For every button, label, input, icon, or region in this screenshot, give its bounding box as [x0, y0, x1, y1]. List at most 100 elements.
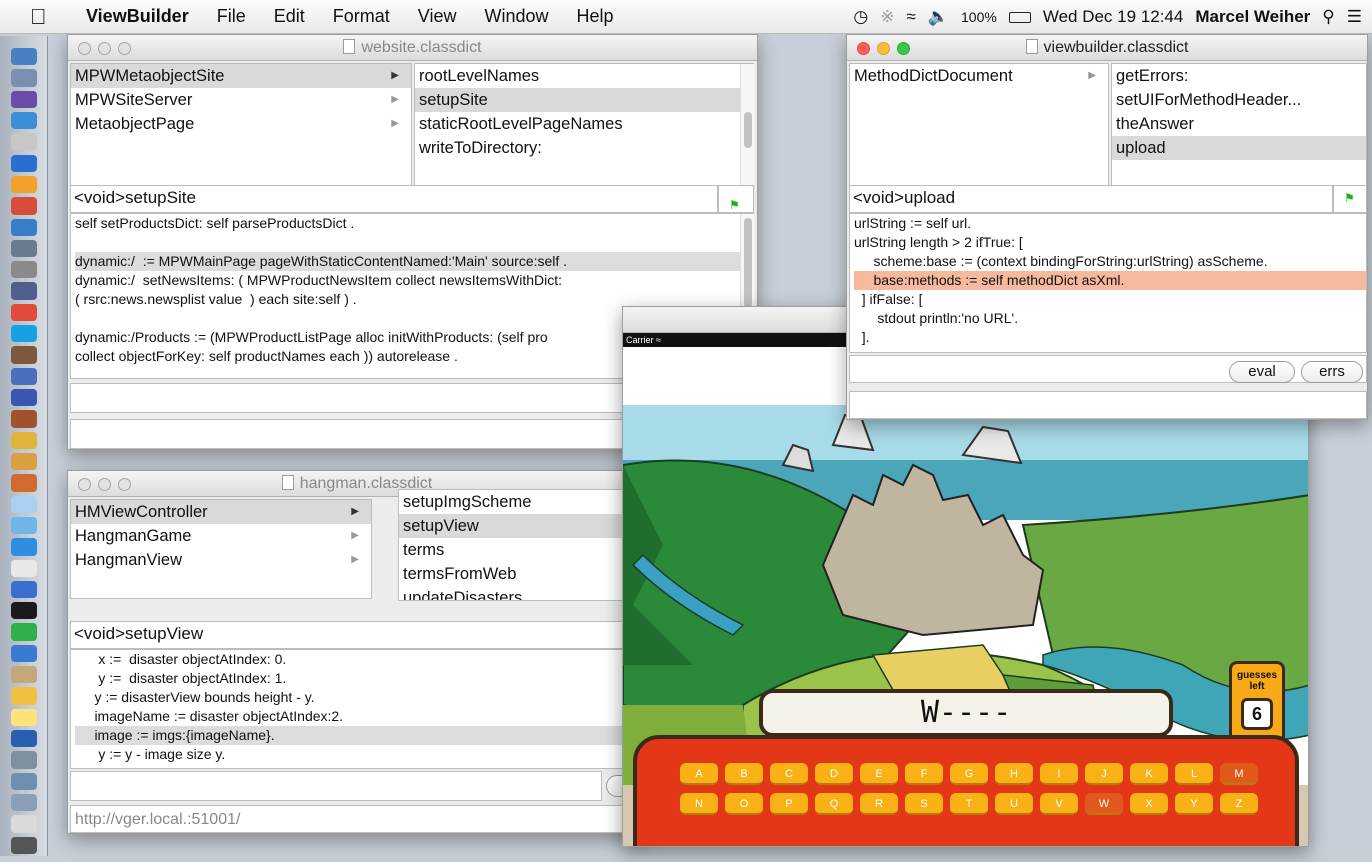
- dock-app-icon[interactable]: [10, 239, 37, 258]
- letter-key-v[interactable]: V: [1040, 793, 1078, 815]
- letter-key-j[interactable]: J: [1085, 763, 1123, 785]
- list-item[interactable]: staticRootLevelPageNames: [415, 112, 753, 136]
- code-editor[interactable]: x := disaster objectAtIndex: 0. y := dis…: [70, 649, 646, 769]
- minimize-button[interactable]: [877, 42, 890, 55]
- dock-app-icon[interactable]: [10, 48, 37, 66]
- output-field[interactable]: [849, 391, 1367, 419]
- letter-key-a[interactable]: A: [680, 763, 718, 785]
- letter-key-g[interactable]: G: [950, 763, 988, 785]
- dock-app-icon[interactable]: [10, 580, 37, 599]
- letter-key-h[interactable]: H: [995, 763, 1033, 785]
- list-item[interactable]: MPWMetaobjectSite ▶: [71, 64, 411, 88]
- menu-file[interactable]: File: [203, 6, 260, 27]
- dock-app-icon[interactable]: [10, 516, 37, 535]
- dock-app-icon[interactable]: [10, 815, 37, 833]
- battery-icon[interactable]: [1008, 11, 1031, 23]
- spotlight-icon[interactable]: ⚲: [1322, 7, 1334, 27]
- dock-app-icon[interactable]: [10, 708, 37, 726]
- dock-app-icon[interactable]: [10, 452, 37, 471]
- minimize-button[interactable]: [98, 478, 111, 491]
- dock-app-icon[interactable]: [10, 303, 37, 322]
- notification-center-icon[interactable]: ☰: [1347, 7, 1362, 27]
- dock-app-icon[interactable]: [10, 474, 37, 492]
- letter-key-e[interactable]: E: [860, 763, 898, 785]
- list-item[interactable]: MetaobjectPage ▶: [71, 112, 411, 136]
- dock-app-icon[interactable]: [10, 495, 37, 513]
- letter-key-y[interactable]: Y: [1175, 793, 1213, 815]
- menu-edit[interactable]: Edit: [260, 6, 319, 27]
- dock-app-icon[interactable]: [10, 538, 37, 556]
- list-item[interactable]: writeToDirectory:: [415, 136, 753, 160]
- dock-app-icon[interactable]: [10, 410, 37, 428]
- dock-app-icon[interactable]: [10, 261, 37, 279]
- dock-app-icon[interactable]: [10, 69, 37, 87]
- dock-app-icon[interactable]: [10, 389, 37, 407]
- dock-app-icon[interactable]: [10, 346, 37, 364]
- dock-app-icon[interactable]: [10, 154, 37, 172]
- flag-icon[interactable]: ⚑: [729, 193, 740, 212]
- list-item[interactable]: HMViewController ▶: [71, 500, 371, 524]
- dock-app-icon[interactable]: [10, 836, 37, 854]
- letter-key-z[interactable]: Z: [1220, 793, 1258, 815]
- list-item[interactable]: MPWSiteServer ▶: [71, 88, 411, 112]
- dock-app-icon[interactable]: [10, 90, 37, 108]
- dock-app-icon[interactable]: [10, 623, 37, 641]
- dock-app-icon[interactable]: [10, 218, 37, 236]
- list-item[interactable]: updateDisasters: [399, 586, 645, 600]
- minimize-button[interactable]: [98, 42, 111, 55]
- dock-app-icon[interactable]: [10, 175, 37, 194]
- dock-app-icon[interactable]: [10, 431, 37, 449]
- dock-app-icon[interactable]: [10, 687, 37, 705]
- letter-key-f[interactable]: F: [905, 763, 943, 785]
- letter-key-u[interactable]: U: [995, 793, 1033, 815]
- wifi-icon[interactable]: ≈: [907, 7, 916, 27]
- dock-app-icon[interactable]: [10, 644, 37, 663]
- list-item[interactable]: setUIForMethodHeader...: [1112, 88, 1366, 112]
- letter-key-n[interactable]: N: [680, 793, 718, 815]
- errs-button[interactable]: errs: [1301, 361, 1363, 383]
- letter-key-p[interactable]: P: [770, 793, 808, 815]
- letter-key-x[interactable]: X: [1130, 793, 1168, 815]
- menu-help[interactable]: Help: [563, 6, 628, 27]
- list-item[interactable]: setupSite: [415, 88, 753, 112]
- flag-icon[interactable]: ⚑: [1344, 186, 1355, 205]
- list-item[interactable]: termsFromWeb: [399, 562, 645, 586]
- close-button[interactable]: [857, 42, 870, 55]
- dock-app-icon[interactable]: [10, 197, 37, 215]
- close-button[interactable]: [78, 42, 91, 55]
- menu-format[interactable]: Format: [319, 6, 404, 27]
- list-item[interactable]: getErrors:: [1112, 64, 1366, 88]
- method-header[interactable]: <void>setupSite: [70, 185, 718, 213]
- method-header[interactable]: <void>setupView: [70, 621, 646, 649]
- dock-app-icon[interactable]: [10, 751, 37, 769]
- volume-icon[interactable]: 🔈: [928, 7, 949, 27]
- dock-app-icon[interactable]: [10, 793, 37, 812]
- letter-key-w[interactable]: W: [1085, 793, 1123, 815]
- url-field[interactable]: http://vger.local.:51001/: [70, 805, 646, 833]
- letter-key-i[interactable]: I: [1040, 763, 1078, 785]
- list-item[interactable]: setupImgScheme: [399, 490, 645, 514]
- letter-key-k[interactable]: K: [1130, 763, 1168, 785]
- zoom-button[interactable]: [118, 42, 131, 55]
- eval-button[interactable]: eval: [1229, 361, 1295, 383]
- code-editor[interactable]: urlString := self url. urlString length >…: [849, 213, 1367, 353]
- dock-app-icon[interactable]: [10, 111, 37, 130]
- zoom-button[interactable]: [118, 478, 131, 491]
- bluetooth-icon[interactable]: ※: [880, 7, 894, 27]
- list-item[interactable]: rootLevelNames: [415, 64, 753, 88]
- dock-app-icon[interactable]: [10, 602, 37, 620]
- user-name[interactable]: Marcel Weiher: [1195, 7, 1310, 27]
- zoom-button[interactable]: [897, 42, 910, 55]
- list-item[interactable]: theAnswer: [1112, 112, 1366, 136]
- close-button[interactable]: [78, 478, 91, 491]
- letter-key-b[interactable]: B: [725, 763, 763, 785]
- dock-app-icon[interactable]: [10, 133, 37, 151]
- menu-window[interactable]: Window: [470, 6, 562, 27]
- menu-view[interactable]: View: [404, 6, 471, 27]
- letter-key-t[interactable]: T: [950, 793, 988, 815]
- dock-app-icon[interactable]: [10, 730, 37, 748]
- letter-key-d[interactable]: D: [815, 763, 853, 785]
- list-item[interactable]: terms: [399, 538, 645, 562]
- dock-app-icon[interactable]: [10, 772, 37, 790]
- dock-app-icon[interactable]: [10, 325, 37, 343]
